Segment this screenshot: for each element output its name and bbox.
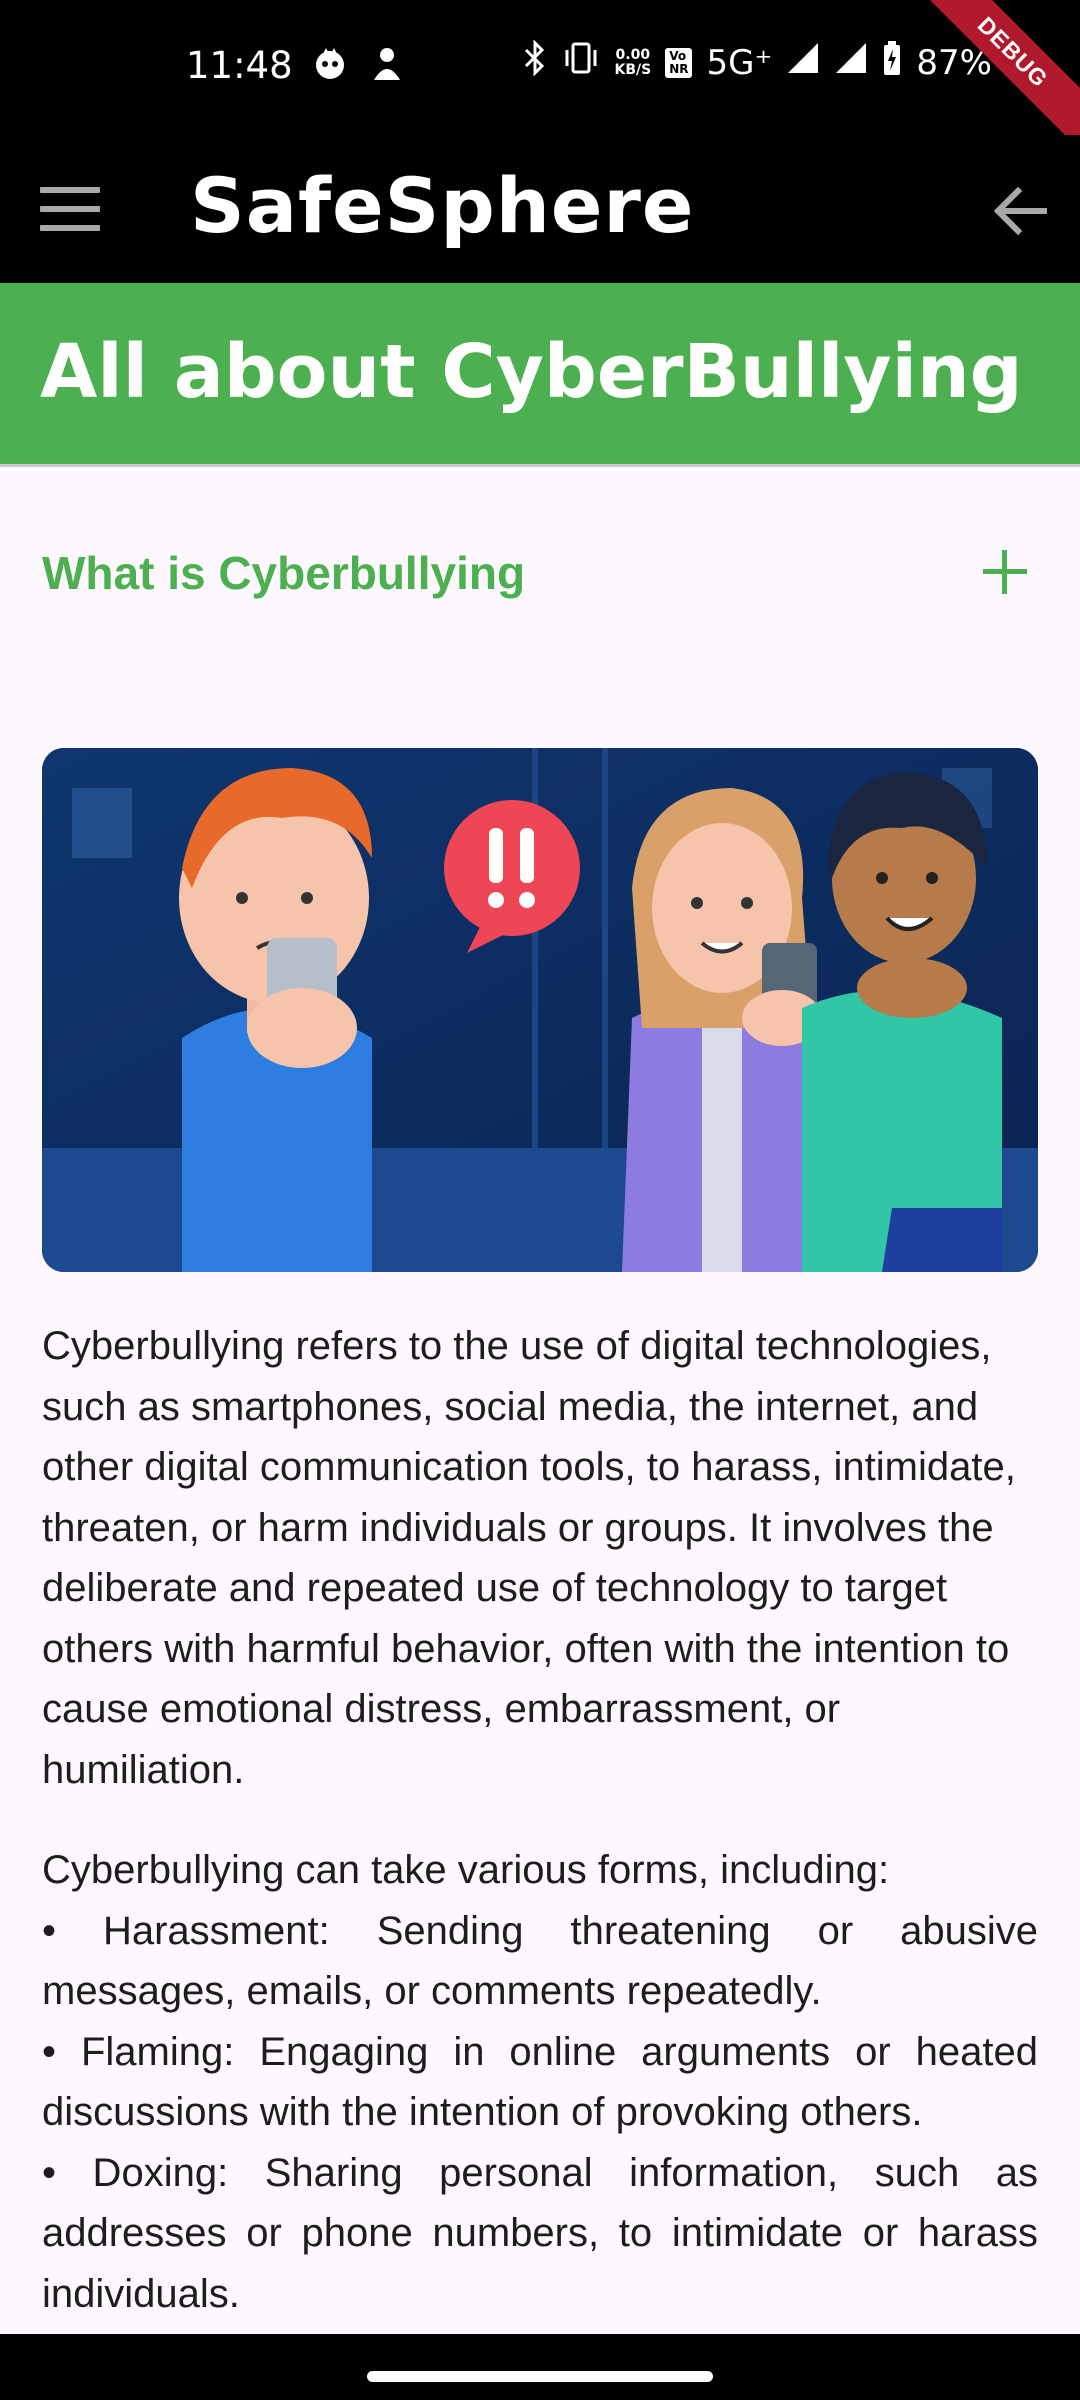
forms-list: Cyberbullying can take various forms, in… bbox=[42, 1840, 1038, 2324]
list-item: • Flaming: Engaging in online arguments … bbox=[42, 2029, 1038, 2135]
forms-heading: Cyberbullying can take various forms, in… bbox=[42, 1848, 890, 1892]
volte-top: Vo bbox=[669, 48, 687, 63]
app-title: SafeSphere bbox=[190, 161, 695, 250]
notification-cat-icon bbox=[312, 46, 348, 82]
status-time: 11:48 bbox=[186, 44, 293, 87]
volte-bottom: NR bbox=[669, 61, 689, 76]
volte-badge: Vo NR bbox=[665, 47, 693, 78]
signal-icon-2 bbox=[834, 41, 868, 84]
signal-icon-1 bbox=[786, 41, 820, 84]
app-bar: SafeSphere bbox=[0, 135, 1080, 283]
status-icons: 0.00 KB/S Vo NR 5G⁺ 87% bbox=[522, 39, 992, 85]
home-gesture-handle[interactable] bbox=[367, 2371, 713, 2382]
accordion-what-is-cyberbullying[interactable]: What is Cyberbullying bbox=[42, 540, 1042, 610]
accordion-title: What is Cyberbullying bbox=[42, 547, 526, 599]
menu-icon[interactable] bbox=[40, 187, 100, 231]
net-speed: 0.00 KB/S bbox=[614, 46, 652, 78]
net-speed-value: 0.00 bbox=[615, 46, 651, 63]
status-bar: 11:48 0.00 KB/S Vo NR 5G⁺ 87% DEBUG bbox=[0, 0, 1080, 156]
bluetooth-icon bbox=[522, 39, 548, 85]
battery-icon bbox=[882, 40, 902, 85]
article-intro: Cyberbullying refers to the use of digit… bbox=[42, 1324, 1016, 1792]
network-type: 5G⁺ bbox=[706, 42, 773, 83]
section-banner: All about CyberBullying bbox=[0, 283, 1080, 467]
back-arrow-icon[interactable] bbox=[990, 183, 1050, 239]
section-title: All about CyberBullying bbox=[40, 329, 1023, 415]
article-body: Cyberbullying refers to the use of digit… bbox=[42, 1316, 1038, 2324]
list-item: • Doxing: Sharing personal information, … bbox=[42, 2150, 1038, 2316]
vibrate-icon bbox=[562, 40, 600, 85]
net-speed-unit: KB/S bbox=[614, 61, 652, 78]
navigation-bar bbox=[0, 2334, 1080, 2400]
cyberbullying-illustration bbox=[42, 748, 1038, 1272]
list-item: • Harassment: Sending threatening or abu… bbox=[42, 1908, 1038, 2014]
notification-figure-icon bbox=[370, 46, 404, 82]
expand-plus-icon[interactable] bbox=[983, 550, 1027, 594]
